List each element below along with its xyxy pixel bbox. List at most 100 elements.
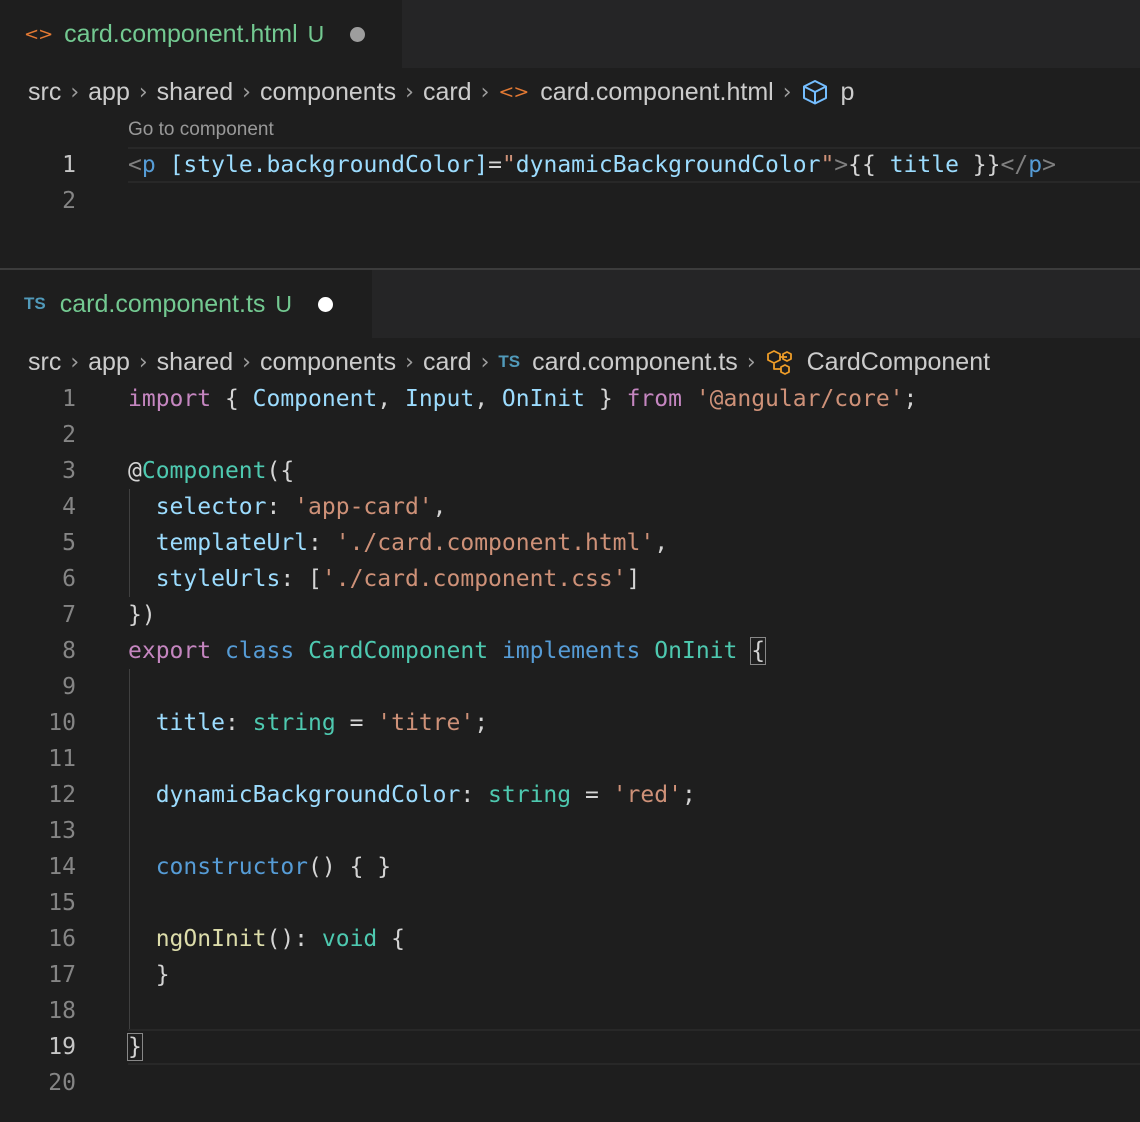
- line-number: 14: [48, 854, 76, 880]
- code-text: }: [128, 957, 170, 993]
- breadcrumb-item[interactable]: app: [88, 78, 130, 107]
- code-line[interactable]: 1 import { Component, Input, OnInit } fro…: [0, 381, 1140, 417]
- code-line[interactable]: 2: [0, 183, 1140, 219]
- breadcrumb: src › app › shared › components › card › <> card.co…: [28, 72, 854, 112]
- code-line[interactable]: 3 @Component({: [0, 453, 1140, 489]
- breadcrumb-item[interactable]: p: [801, 78, 854, 107]
- chevron-right-icon: ›: [480, 79, 490, 105]
- unsaved-dot-icon[interactable]: [350, 26, 366, 42]
- breadcrumb-label: src: [28, 77, 62, 106]
- code-token: export: [128, 638, 212, 664]
- code-token: </: [1000, 152, 1029, 178]
- code-line[interactable]: 9: [0, 669, 1140, 705]
- code-token: './card.component.html': [335, 530, 655, 556]
- breadcrumb-item[interactable]: src: [28, 348, 61, 377]
- tab-title: card.component.html: [64, 19, 298, 48]
- code-text: }): [128, 597, 156, 633]
- code-line[interactable]: 14 constructor() { }: [0, 849, 1140, 885]
- html-editor-pane[interactable]: <> card.component.html U src › app › shared ›…: [0, 0, 1140, 268]
- breadcrumb-item[interactable]: components: [260, 78, 396, 107]
- code-line[interactable]: 19}: [0, 1029, 1140, 1065]
- code-line[interactable]: 4 selector: 'app-card',: [0, 489, 1140, 525]
- code-line[interactable]: 7}): [0, 597, 1140, 633]
- tab-card-component-html[interactable]: <> card.component.html U: [0, 0, 402, 68]
- line-number: 13: [48, 818, 76, 844]
- code-token: :: [460, 782, 489, 808]
- line-number: 12: [48, 782, 76, 808]
- code-line[interactable]: 11: [0, 741, 1140, 777]
- html-file-icon: <>: [24, 23, 53, 45]
- line-number: 8: [62, 638, 76, 664]
- go-to-component-codelens[interactable]: Go to component: [128, 119, 274, 141]
- code-token: class: [224, 638, 295, 664]
- code-line[interactable]: 8 export class CardComponent implements O…: [0, 633, 1140, 669]
- code-token: void: [321, 926, 378, 952]
- code-line[interactable]: 17 }: [0, 957, 1140, 993]
- breadcrumb-item[interactable]: <> card.component.html: [498, 78, 773, 107]
- tab-card-component-ts[interactable]: TS card.component.ts U: [0, 270, 372, 338]
- unsaved-dot-icon[interactable]: [318, 296, 334, 312]
- line-number: 4: [62, 494, 76, 520]
- code-line[interactable]: 2: [0, 417, 1140, 453]
- code-token: ,: [432, 494, 447, 520]
- code-text: import { Component, Input, OnInit } from…: [128, 381, 917, 417]
- breadcrumb-item[interactable]: card: [423, 348, 472, 377]
- code-token: ;: [903, 386, 918, 412]
- code-line[interactable]: 5 templateUrl: './card.component.html',: [0, 525, 1140, 561]
- ts-editor-pane[interactable]: TS card.component.ts U src › app › shared › co…: [0, 270, 1140, 1122]
- line-number: 18: [48, 998, 76, 1024]
- line-number: 2: [62, 188, 76, 214]
- code-token: p: [1028, 152, 1043, 178]
- code-token: {: [377, 926, 405, 952]
- code-token: : [: [280, 566, 322, 592]
- code-token: =: [571, 782, 613, 808]
- line-number: 5: [62, 530, 76, 556]
- code-text: selector: 'app-card',: [128, 489, 447, 525]
- breadcrumb-item[interactable]: card: [423, 78, 472, 107]
- line-number: 1: [62, 386, 76, 412]
- code-line[interactable]: 18: [0, 993, 1140, 1029]
- code-token: 'app-card': [294, 494, 433, 520]
- chevron-right-icon: ›: [782, 79, 792, 105]
- line-number: 20: [48, 1070, 76, 1096]
- code-text: @Component({: [128, 453, 294, 489]
- code-line[interactable]: 16 ngOnInit(): void {: [0, 921, 1140, 957]
- code-token: }: [585, 386, 627, 412]
- breadcrumb-item[interactable]: shared: [157, 78, 233, 107]
- code-line[interactable]: 20: [0, 1065, 1140, 1101]
- breadcrumb-item[interactable]: src: [28, 78, 61, 107]
- breadcrumb-item[interactable]: app: [88, 348, 130, 377]
- code-token: ({: [266, 458, 295, 484]
- chevron-right-icon: ›: [70, 349, 80, 375]
- code-line[interactable]: 13: [0, 813, 1140, 849]
- code-token: import: [128, 386, 212, 412]
- code-text: title: string = 'titre';: [128, 705, 488, 741]
- breadcrumb-item[interactable]: CardComponent: [765, 348, 990, 377]
- code-editor[interactable]: 1 import { Component, Input, OnInit } fro…: [0, 381, 1140, 1101]
- chevron-right-icon: ›: [70, 79, 80, 105]
- code-line[interactable]: 10 title: string = 'titre';: [0, 705, 1140, 741]
- breadcrumb-item[interactable]: components: [260, 348, 396, 377]
- code-token: ,: [654, 530, 669, 556]
- code-line[interactable]: 1 <p [style.backgroundColor]="dynamicBack…: [0, 147, 1140, 183]
- breadcrumb-item[interactable]: shared: [157, 348, 233, 377]
- code-token: () { }: [308, 854, 392, 880]
- code-token: dynamicBackgroundColor: [515, 152, 821, 178]
- code-line[interactable]: 6 styleUrls: ['./card.component.css']: [0, 561, 1140, 597]
- code-line[interactable]: 12 dynamicBackgroundColor: string = 'red…: [0, 777, 1140, 813]
- code-token: :: [308, 530, 336, 556]
- breadcrumb-label: card.component.html: [540, 77, 774, 106]
- code-token: }): [128, 602, 156, 628]
- code-text: dynamicBackgroundColor: string = 'red';: [128, 777, 696, 813]
- code-token: {: [211, 386, 253, 412]
- line-number: 6: [62, 566, 76, 592]
- breadcrumb-item[interactable]: TS card.component.ts: [498, 348, 737, 377]
- breadcrumb-label: card.component.ts: [532, 347, 738, 376]
- code-line[interactable]: 15: [0, 885, 1140, 921]
- code-editor[interactable]: 1 <p [style.backgroundColor]="dynamicBack…: [0, 147, 1140, 219]
- chevron-right-icon: ›: [242, 349, 251, 375]
